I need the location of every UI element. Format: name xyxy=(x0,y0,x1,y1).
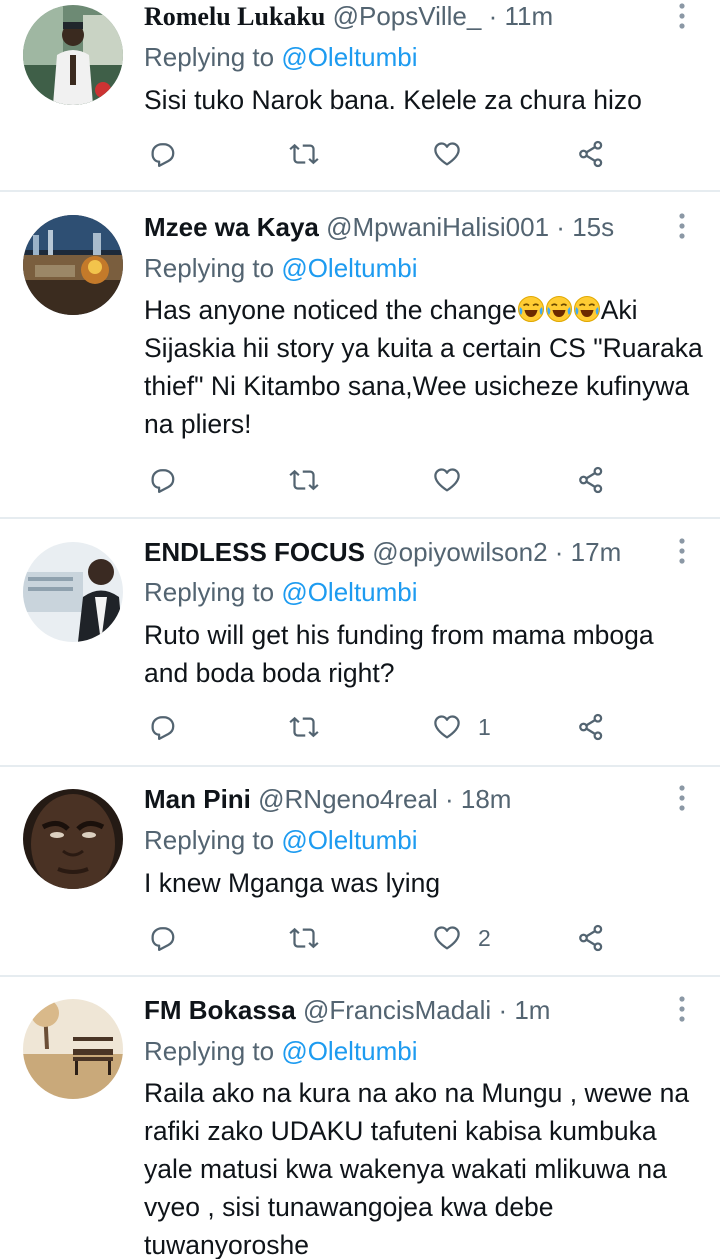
share-button[interactable] xyxy=(576,707,606,747)
heart-icon xyxy=(432,465,462,495)
mention-link[interactable]: @Oleltumbi xyxy=(281,825,417,855)
retweet-icon xyxy=(289,712,319,742)
timestamp[interactable]: 11m xyxy=(505,1,554,31)
share-button[interactable] xyxy=(576,460,606,500)
avatar[interactable] xyxy=(23,789,123,889)
separator: · xyxy=(554,537,564,567)
more-vertical-icon[interactable] xyxy=(672,995,692,1023)
replying-to-label: Replying to xyxy=(144,253,282,283)
reply-button[interactable] xyxy=(147,918,177,958)
display-name[interactable]: ENDLESS FOCUS xyxy=(144,537,365,567)
reply-button[interactable] xyxy=(147,460,177,500)
separator: · xyxy=(498,995,508,1025)
tweet-text: Raila ako na kura na ako na Mungu , wewe… xyxy=(144,1078,690,1259)
replying-to-label: Replying to xyxy=(144,577,282,607)
comment-icon xyxy=(147,712,177,742)
action-bar: 1 xyxy=(0,707,720,747)
display-name[interactable]: Man Pini xyxy=(144,784,251,814)
separator: · xyxy=(488,1,498,31)
tweet-text: I knew Mganga was lying xyxy=(144,868,441,898)
replying-to: Replying to @Oleltumbi xyxy=(144,41,418,73)
comment-icon xyxy=(147,139,177,169)
mention-link[interactable]: @Oleltumbi xyxy=(281,1036,417,1066)
retweet-button[interactable] xyxy=(289,918,319,958)
display-name[interactable]: FM Bokassa xyxy=(144,995,296,1025)
mention-link[interactable]: @Oleltumbi xyxy=(281,253,417,283)
tweet-text: Has anyone noticed the change Aki Sijaski… xyxy=(144,291,704,443)
like-count: 1 xyxy=(478,713,491,740)
like-button[interactable]: 2 xyxy=(432,918,491,958)
tweet[interactable]: ENDLESS FOCUS @opiyowilson2 · 17m Replyi… xyxy=(0,519,720,765)
share-icon xyxy=(576,923,606,953)
action-bar: 2 xyxy=(0,918,720,958)
replying-to: Replying to @Oleltumbi xyxy=(144,252,418,284)
heart-icon xyxy=(432,923,462,953)
laughing-emoji-icon xyxy=(517,295,601,325)
tweet[interactable]: FM Bokassa @FrancisMadali · 1m Replying … xyxy=(0,977,720,1259)
replying-to-label: Replying to xyxy=(144,825,282,855)
separator: · xyxy=(556,212,565,242)
like-button[interactable]: 1 xyxy=(432,707,491,747)
share-icon xyxy=(576,139,606,169)
action-bar xyxy=(0,460,720,500)
action-bar xyxy=(0,134,720,174)
retweet-button[interactable] xyxy=(289,707,319,747)
replying-to: Replying to @Oleltumbi xyxy=(144,576,418,608)
timestamp[interactable]: 18m xyxy=(461,784,512,814)
retweet-button[interactable] xyxy=(289,460,319,500)
more-vertical-icon[interactable] xyxy=(672,537,692,565)
user-handle[interactable]: @PopsVille_ xyxy=(333,1,482,31)
like-button[interactable] xyxy=(432,134,478,174)
retweet-icon xyxy=(289,465,319,495)
avatar[interactable] xyxy=(23,215,123,315)
replying-to: Replying to @Oleltumbi xyxy=(144,1035,418,1067)
display-name[interactable]: Romelu Lukaku xyxy=(144,2,325,31)
more-vertical-icon[interactable] xyxy=(672,2,692,30)
share-button[interactable] xyxy=(576,134,606,174)
timestamp[interactable]: 15s xyxy=(572,212,614,242)
avatar[interactable] xyxy=(23,999,123,1099)
comment-icon xyxy=(147,923,177,953)
tweet-text: Ruto will get his funding from mama mbog… xyxy=(144,620,654,688)
avatar[interactable] xyxy=(23,5,123,105)
tweet[interactable]: Romelu Lukaku @PopsVille_ · 11m Replying… xyxy=(0,0,720,190)
heart-icon xyxy=(432,139,462,169)
replying-to: Replying to @Oleltumbi xyxy=(144,824,418,856)
like-count: 2 xyxy=(478,924,491,951)
user-handle[interactable]: @FrancisMadali xyxy=(303,995,491,1025)
tweet[interactable]: Mzee wa Kaya @MpwaniHalisi001 · 15s Repl… xyxy=(0,192,720,517)
avatar[interactable] xyxy=(23,542,123,642)
comment-icon xyxy=(147,465,177,495)
timestamp[interactable]: 1m xyxy=(514,995,550,1025)
more-vertical-icon[interactable] xyxy=(672,212,692,240)
reply-button[interactable] xyxy=(147,134,177,174)
display-name[interactable]: Mzee wa Kaya xyxy=(144,212,319,242)
tweet[interactable]: Man Pini @RNgeno4real · 18m Replying to … xyxy=(0,767,720,975)
replying-to-label: Replying to xyxy=(144,1036,282,1066)
user-handle[interactable]: @MpwaniHalisi001 xyxy=(326,212,549,242)
user-handle[interactable]: @RNgeno4real xyxy=(258,784,438,814)
retweet-icon xyxy=(289,139,319,169)
retweet-icon xyxy=(289,923,319,953)
tweet-text-part: Has anyone noticed the change xyxy=(144,295,517,325)
retweet-button[interactable] xyxy=(289,134,319,174)
share-icon xyxy=(576,465,606,495)
more-vertical-icon[interactable] xyxy=(672,784,692,812)
like-button[interactable] xyxy=(432,460,478,500)
mention-link[interactable]: @Oleltumbi xyxy=(281,42,417,72)
user-handle[interactable]: @opiyowilson2 xyxy=(372,537,547,567)
tweet-text: Sisi tuko Narok bana. Kelele za chura hi… xyxy=(144,85,642,115)
separator: · xyxy=(444,784,454,814)
reply-button[interactable] xyxy=(147,707,177,747)
timestamp[interactable]: 17m xyxy=(571,537,622,567)
heart-icon xyxy=(432,712,462,742)
share-button[interactable] xyxy=(576,918,606,958)
share-icon xyxy=(576,712,606,742)
replying-to-label: Replying to xyxy=(144,42,282,72)
mention-link[interactable]: @Oleltumbi xyxy=(281,577,417,607)
